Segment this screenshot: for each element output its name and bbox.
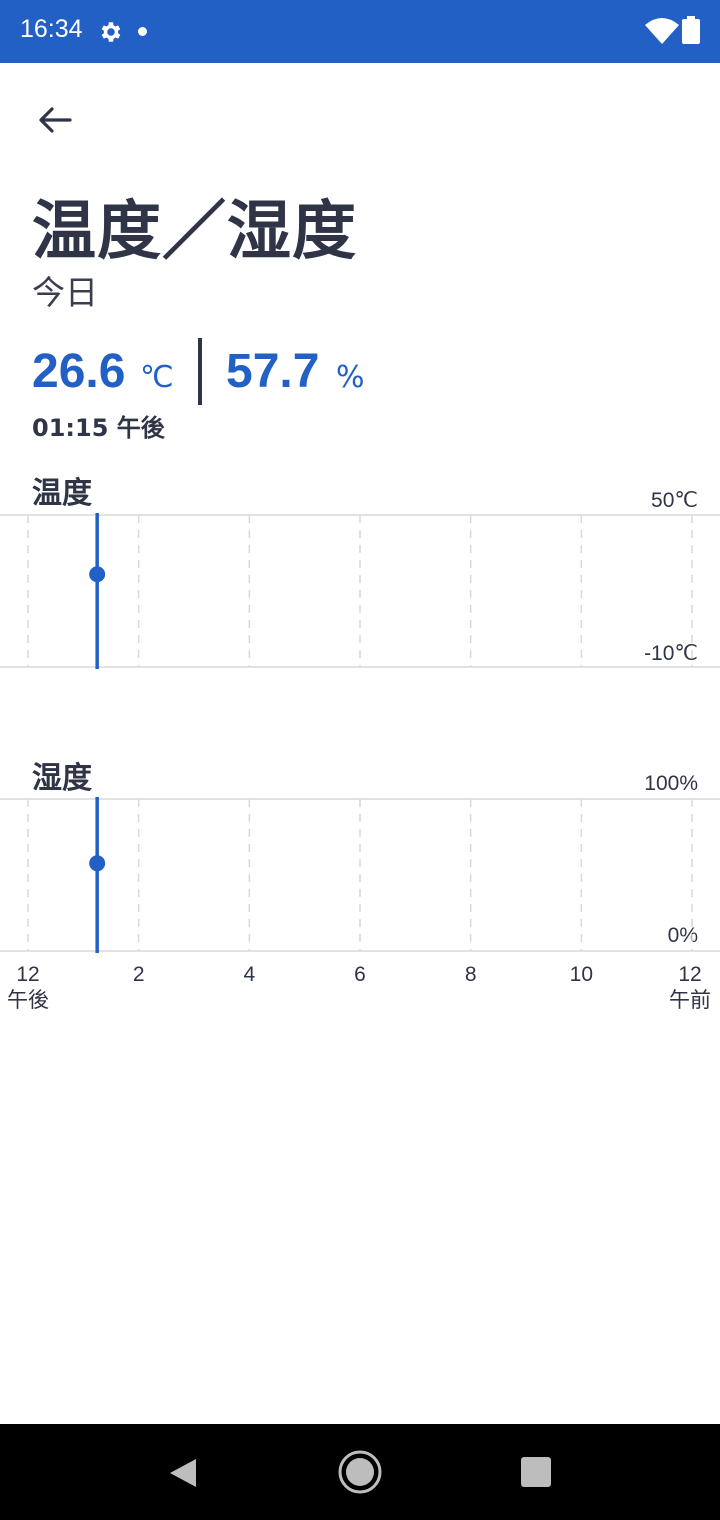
- gear-icon: [101, 22, 121, 42]
- x-tick-label: 8: [441, 962, 501, 988]
- reading-divider: [198, 338, 202, 405]
- x-tick-hour: 12: [678, 963, 702, 986]
- date-range-label: 今日: [32, 273, 98, 312]
- x-tick-hour: 12: [16, 963, 40, 986]
- notification-dot-icon: [138, 27, 147, 36]
- x-tick-hour: 4: [243, 963, 256, 986]
- nav-home-icon[interactable]: [338, 1450, 382, 1494]
- x-tick-period: 午前: [669, 989, 711, 1012]
- humidity-unit: %: [336, 360, 365, 395]
- x-tick-label: 2: [109, 962, 169, 988]
- temperature-chart[interactable]: [0, 505, 720, 675]
- status-bar: 16:34: [0, 0, 720, 63]
- x-tick-label: 6: [330, 962, 390, 988]
- x-tick-label: 12 午前: [660, 962, 720, 1014]
- status-time: 16:34: [20, 15, 83, 43]
- nav-recents-icon[interactable]: [520, 1456, 552, 1488]
- humidity-chart[interactable]: [0, 789, 720, 959]
- back-arrow-icon[interactable]: [32, 100, 80, 140]
- temperature-unit: ℃: [140, 360, 174, 395]
- battery-icon: [682, 16, 700, 44]
- temperature-data-point: [89, 566, 106, 583]
- x-tick-label: 4: [219, 962, 279, 988]
- nav-back-icon[interactable]: [166, 1456, 200, 1490]
- page-title: 温度／湿度: [32, 195, 357, 269]
- x-tick-hour: 10: [569, 963, 593, 986]
- x-tick-hour: 6: [354, 963, 366, 986]
- x-tick-label: 12 午後: [0, 962, 58, 1014]
- x-tick-period: 午後: [7, 989, 49, 1012]
- humidity-data-point: [89, 855, 106, 872]
- current-reading: 26.6 ℃ 57.7 %: [32, 338, 712, 405]
- reading-time: 01:15 午後: [32, 414, 165, 442]
- humidity-value: 57.7: [226, 345, 320, 398]
- x-tick-label: 10: [551, 962, 611, 988]
- x-tick-hour: 8: [464, 963, 477, 986]
- temperature-value: 26.6: [32, 345, 126, 398]
- x-tick-hour: 2: [132, 963, 145, 986]
- wifi-icon: [645, 18, 679, 44]
